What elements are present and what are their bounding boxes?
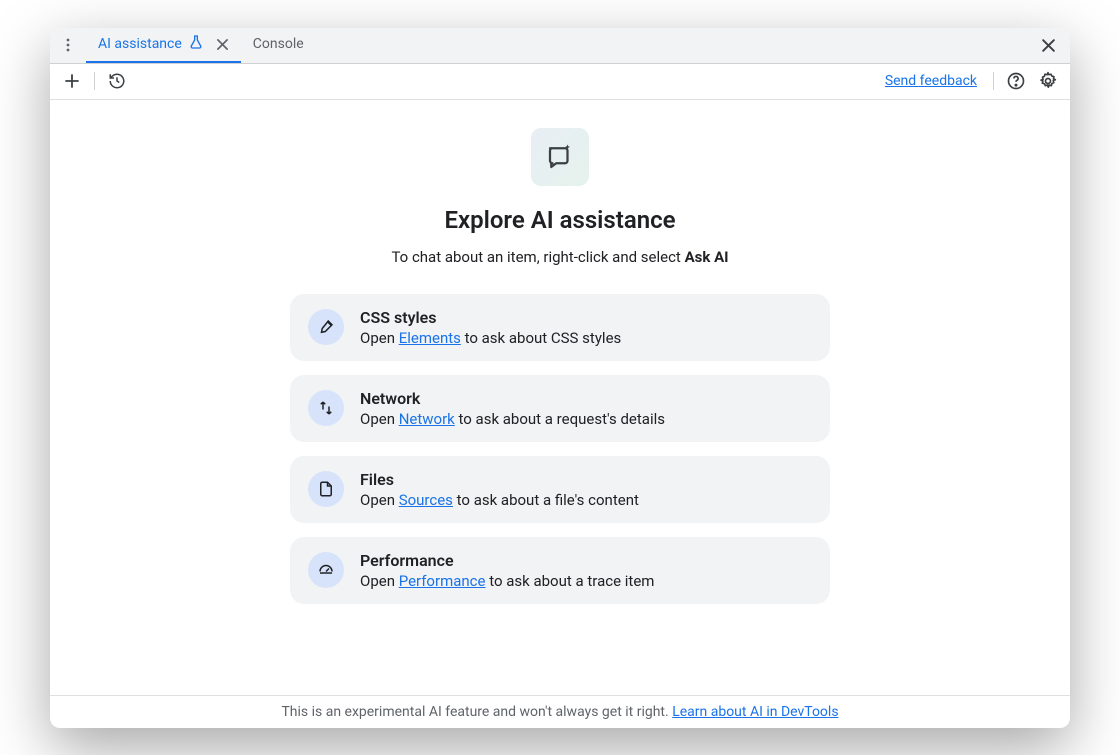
page-subtitle: To chat about an item, right-click and s… bbox=[391, 248, 728, 266]
tab-bar: AI assistance Console bbox=[50, 28, 1070, 64]
card-title: Files bbox=[360, 470, 639, 489]
history-icon bbox=[108, 72, 126, 90]
brush-icon bbox=[308, 309, 344, 345]
flask-icon bbox=[188, 34, 204, 54]
performance-icon bbox=[308, 552, 344, 588]
card-title: Performance bbox=[360, 551, 654, 570]
page-title: Explore AI assistance bbox=[444, 206, 675, 234]
file-icon bbox=[308, 471, 344, 507]
card-description: Open Elements to ask about CSS styles bbox=[360, 329, 621, 347]
card-description: Open Network to ask about a request's de… bbox=[360, 410, 665, 428]
footer-text: This is an experimental AI feature and w… bbox=[281, 704, 672, 720]
tab-ai-assistance[interactable]: AI assistance bbox=[86, 28, 241, 63]
history-button[interactable] bbox=[103, 67, 131, 95]
divider bbox=[993, 72, 994, 90]
card-description: Open Performance to ask about a trace it… bbox=[360, 572, 654, 590]
network-icon bbox=[308, 390, 344, 426]
tab-label: Console bbox=[253, 36, 304, 52]
ai-sparkle-icon bbox=[545, 142, 575, 172]
footer: This is an experimental AI feature and w… bbox=[50, 695, 1070, 728]
menu-button[interactable] bbox=[50, 37, 86, 53]
tab-label: AI assistance bbox=[98, 36, 182, 52]
card-title: Network bbox=[360, 389, 665, 408]
close-icon bbox=[1041, 38, 1056, 53]
sources-link[interactable]: Sources bbox=[399, 491, 453, 509]
help-button[interactable] bbox=[1002, 67, 1030, 95]
hero-icon-container bbox=[531, 128, 589, 186]
card-files: Files Open Sources to ask about a file's… bbox=[290, 456, 830, 523]
card-network: Network Open Network to ask about a requ… bbox=[290, 375, 830, 442]
card-performance: Performance Open Performance to ask abou… bbox=[290, 537, 830, 604]
settings-button[interactable] bbox=[1034, 67, 1062, 95]
elements-link[interactable]: Elements bbox=[399, 329, 461, 347]
performance-link[interactable]: Performance bbox=[399, 572, 486, 590]
send-feedback-link[interactable]: Send feedback bbox=[885, 73, 977, 89]
tab-close-button[interactable] bbox=[216, 38, 229, 51]
card-title: CSS styles bbox=[360, 308, 621, 327]
gear-icon bbox=[1038, 71, 1058, 91]
devtools-panel: AI assistance Console Send feedback bbox=[50, 28, 1070, 728]
tab-console[interactable]: Console bbox=[241, 28, 316, 63]
content-area: Explore AI assistance To chat about an i… bbox=[50, 100, 1070, 695]
kebab-icon bbox=[60, 37, 76, 53]
plus-icon bbox=[63, 72, 81, 90]
divider bbox=[94, 72, 95, 90]
help-icon bbox=[1006, 71, 1026, 91]
new-chat-button[interactable] bbox=[58, 67, 86, 95]
toolbar: Send feedback bbox=[50, 64, 1070, 100]
card-description: Open Sources to ask about a file's conte… bbox=[360, 491, 639, 509]
card-css-styles: CSS styles Open Elements to ask about CS… bbox=[290, 294, 830, 361]
network-link[interactable]: Network bbox=[399, 410, 455, 428]
close-icon bbox=[216, 38, 229, 51]
card-list: CSS styles Open Elements to ask about CS… bbox=[290, 294, 830, 604]
learn-more-link[interactable]: Learn about AI in DevTools bbox=[672, 704, 838, 720]
panel-close-button[interactable] bbox=[1035, 32, 1062, 59]
